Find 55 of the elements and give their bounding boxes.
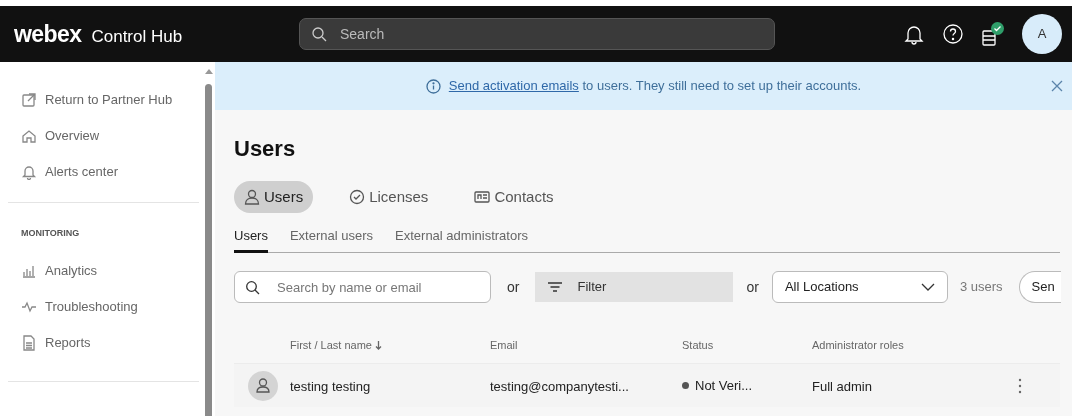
filter-button[interactable]: Filter	[535, 272, 734, 302]
table-cell: testing testing	[290, 378, 371, 394]
more-options-icon[interactable]	[1018, 377, 1022, 394]
external-link-icon	[21, 92, 37, 108]
close-icon[interactable]	[1050, 79, 1064, 93]
scroll-up-icon[interactable]	[205, 68, 213, 74]
subtab[interactable]: External administrators	[395, 225, 528, 253]
chevron-down-icon	[920, 283, 935, 291]
table-cell-text: Not Veri...	[695, 376, 753, 395]
column-header[interactable]: Administrator roles	[812, 336, 904, 354]
user-count: 3 users	[959, 278, 1003, 297]
table-cell: testing@companytesti...	[490, 378, 629, 394]
person-icon	[244, 189, 260, 205]
tab[interactable]: Licenses	[339, 181, 439, 213]
or-label: or	[507, 277, 520, 297]
section-heading: MONITORING	[20, 227, 81, 240]
filter-icon	[547, 281, 564, 293]
sidebar-item[interactable]: Reports	[8, 324, 104, 361]
page-title: Users	[234, 135, 296, 163]
sidebar-item[interactable]: Analytics	[8, 252, 111, 289]
tab[interactable]: Contacts	[464, 181, 564, 213]
column-header[interactable]: Status	[682, 336, 714, 354]
banner-message: Send activation emails to users. They still need to set up their accounts.	[448, 77, 862, 96]
search-field[interactable]: Search	[299, 18, 775, 50]
contact-card-icon	[474, 189, 491, 205]
sidebar-item[interactable]: Return to Partner Hub	[8, 82, 186, 118]
column-header[interactable]: First / Last name	[290, 336, 372, 354]
webex-logo: webex	[14, 19, 82, 49]
badge-check-icon	[349, 189, 366, 205]
user-avatar-icon	[248, 370, 278, 401]
info-icon	[425, 78, 441, 94]
or-label: or	[746, 277, 759, 297]
search-icon	[311, 26, 327, 42]
bell-icon	[21, 164, 37, 180]
document-icon	[21, 334, 37, 351]
table-cell: Full admin	[812, 378, 872, 394]
column-header[interactable]: Email	[490, 336, 518, 354]
help-icon[interactable]	[942, 23, 964, 45]
sidebar-item[interactable]: Overview	[8, 118, 113, 154]
tab[interactable]: Users	[234, 181, 314, 213]
product-name: Control Hub	[91, 25, 183, 48]
sidebar-item[interactable]: Troubleshooting	[8, 288, 151, 325]
task-list-icon[interactable]	[982, 28, 996, 46]
sidebar-item[interactable]: Alerts center	[8, 154, 131, 190]
home-icon	[21, 128, 37, 144]
avatar[interactable]: A	[1022, 14, 1062, 54]
activation-link[interactable]: Send activation emails	[448, 78, 579, 94]
search-field[interactable]: Search by name or email	[234, 271, 491, 303]
subtab[interactable]: Users	[234, 225, 268, 253]
search-icon	[245, 280, 260, 295]
sort-down-icon[interactable]	[374, 340, 382, 350]
send-button[interactable]: Sen	[1018, 271, 1061, 303]
location-dropdown[interactable]: All Locations	[771, 271, 948, 303]
bell-icon[interactable]	[904, 23, 924, 45]
subtab[interactable]: External users	[289, 225, 374, 253]
